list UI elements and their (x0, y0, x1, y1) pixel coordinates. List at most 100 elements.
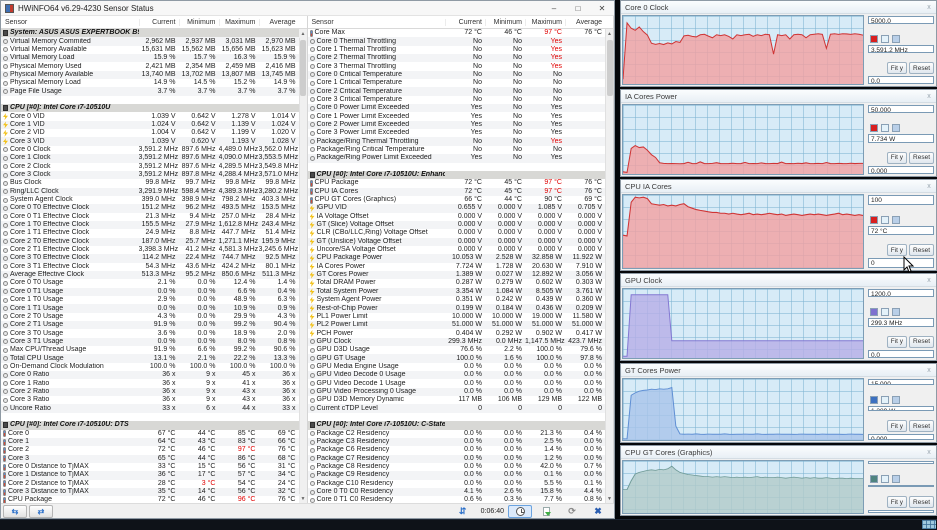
sensor-row[interactable]: System Agent Power 0.351 W 0.242 W 0.439 W 0… (308, 296, 606, 304)
graph-plot-area[interactable] (622, 15, 864, 85)
sensor-row[interactable]: Core 1 Clock 3,591.2 MHz 897.6 MHz 4,090.0 … (1, 154, 299, 163)
scroll-down-icon[interactable]: ▼ (299, 494, 307, 503)
sensor-row[interactable]: Package/Ring Power Limit Exceeded Yes No Ye… (307, 154, 605, 163)
sensor-row[interactable]: Core 1 Power Limit Exceeded Yes No Yes (308, 112, 606, 120)
graph-title-bar[interactable]: Core 0 Clock x (621, 1, 936, 14)
title-bar[interactable]: HWiNFO64 v6.29-4230 Sensor Status – □ ✕ (1, 1, 614, 16)
graph-max-value[interactable]: 100 (868, 461, 934, 464)
sensor-row[interactable]: Core 3 T1 Usage 0.0 % 0.0 % 8.0 % 0.8 % (1, 337, 299, 347)
reset-values-button[interactable]: ⟳ (560, 505, 584, 518)
sensor-row[interactable]: Core 3 65 °C 44 °C 86 °C 68 °C (1, 454, 299, 463)
sensor-row[interactable]: Core 0 Critical Temperature No No No (307, 70, 605, 80)
graph-close-icon[interactable]: x (922, 93, 936, 100)
sensor-row[interactable]: GPU Media Engine Usage 0.0 % 0.0 % 0.0 % 0.0… (308, 363, 606, 371)
sensor-row[interactable]: Core 0 Distance to TjMAX 33 °C 15 °C 56 °C 3… (1, 463, 299, 471)
graph-title-bar[interactable]: CPU GT Cores (Graphics) x (621, 446, 936, 459)
sensor-row[interactable]: CPU IA Cores 72 °C 45 °C 97 °C 76 °C (307, 187, 605, 196)
sensor-row[interactable]: Core 2 T1 Effective Clock 3,398.3 MHz 41.2… (1, 246, 299, 254)
sensor-row[interactable]: Core 3 Distance to TjMAX 35 °C 14 °C 56 °C 3… (1, 487, 299, 497)
sensor-row[interactable]: Average Effective Clock 513.3 MHz 95.2 MHz… (1, 270, 299, 280)
sensor-row[interactable]: Virtual Memory Commited 2,962 MB 2,937 MB 3… (1, 37, 299, 46)
reset-button[interactable]: Reset (909, 244, 934, 257)
sensor-row[interactable]: Core 2 VID 1.004 V 0.642 V 1.199 V 1.020 V (1, 129, 299, 137)
series-color-swatch[interactable] (870, 124, 878, 133)
graph-max-value[interactable]: 15.000 (868, 379, 934, 385)
sensor-row[interactable]: Core 1 Thermal Throttling No No Yes (308, 46, 606, 54)
sensor-row[interactable]: Core 0 T0 C0 Residency 4.1 % 2.6 % 15.8 % 4.… (307, 487, 605, 497)
series-color-swatch[interactable] (870, 215, 878, 224)
sensor-row[interactable]: Core 0 Thermal Throttling No No Yes (307, 37, 605, 46)
sensor-row[interactable]: Core 1 T1 Effective Clock 24.9 MHz 8.8 MHz… (1, 229, 299, 237)
grid-color-swatch[interactable] (892, 124, 900, 133)
series-color-swatch[interactable] (870, 35, 878, 43)
sensor-row[interactable]: GT (Slice) Voltage Offset 0.000 V 0.000 V 0… (307, 220, 605, 230)
sensor-row[interactable]: Core 1 Distance to TjMAX 36 °C 17 °C 57 °C 3… (1, 471, 299, 480)
graph-max-value[interactable]: 100 (868, 195, 934, 205)
reset-button[interactable]: Reset (909, 62, 934, 74)
sensor-row[interactable]: Core 0 VID 1.039 V 0.642 V 1.278 V 1.014 V (1, 112, 299, 121)
graph-current-value[interactable]: 3,591.2 MHz (868, 45, 934, 53)
sensor-row[interactable]: Core 2 T1 Usage 91.9 % 0.0 % 99.2 % 90.4 % (1, 321, 299, 330)
background-color-swatch[interactable] (881, 35, 889, 43)
sensor-row[interactable]: Package C2 Residency 0.0 % 0.0 % 21.3 % 0.4 … (308, 430, 606, 438)
graph-current-value[interactable]: 7.734 W (868, 134, 934, 143)
sensor-row[interactable]: Core 2 Ratio 36 x 9 x 43 x 36 x (1, 387, 299, 397)
graph-title-bar[interactable]: GT Cores Power x (621, 364, 936, 377)
sensor-row[interactable]: CPU Package 72 °C 45 °C 97 °C 76 °C (308, 179, 606, 187)
sensor-row[interactable]: Core 0 T1 Effective Clock 21.3 MHz 9.4 MHz… (1, 213, 299, 221)
sensor-row[interactable]: Core 3 T1 Effective Clock 54.3 MHz 43.6 MH… (1, 263, 299, 271)
sensor-row[interactable]: Core 0 T0 Effective Clock 151.2 MHz 96.2 M… (1, 204, 299, 213)
background-color-swatch[interactable] (881, 215, 889, 224)
sensor-row[interactable]: Core 2 Clock 3,591.2 MHz 897.6 MHz 4,289.5 … (1, 163, 299, 171)
graph-title-bar[interactable]: CPU IA Cores x (621, 180, 936, 193)
sensor-row[interactable]: Package C6 Residency 0.0 % 0.0 % 1.4 % 0.0 % (308, 446, 606, 454)
graph-plot-area[interactable] (622, 378, 864, 441)
sensor-row[interactable]: iGPU VID 0.655 V 0.000 V 1.085 V 0.705 V (307, 204, 605, 213)
background-color-swatch[interactable] (881, 395, 889, 404)
sensor-row[interactable]: CLR (CBo/LLC,Ring) Voltage Offset 0.000 V… (308, 229, 606, 237)
sensor-row[interactable]: Total System Power 3.354 W 1.084 W 8.505 W 3… (307, 287, 605, 296)
sensor-row[interactable]: Uncore/SA Voltage Offset 0.000 V 0.000 V 0.… (308, 246, 606, 254)
sensor-row[interactable]: Package/Ring Thermal Throttling No No Yes (307, 137, 605, 146)
sensor-row[interactable]: Bus Clock 99.8 MHz 99.7 MHz 99.8 MHz 99.8 MH… (1, 179, 299, 187)
graph-current-value[interactable]: 1.389 W (868, 405, 934, 412)
sensor-row[interactable]: Package/Ring Critical Temperature No No No (308, 146, 606, 154)
sensor-row[interactable]: GT Cores Power 1.389 W 0.027 W 12.892 W 3.05… (307, 270, 605, 280)
sensor-row[interactable]: Core 3 VID 1.039 V 0.620 V 1.193 V 1.028 V (1, 137, 299, 146)
sensor-row[interactable]: Rest-of-Chip Power 0.199 W 0.184 W 0.436 W 0… (307, 304, 605, 313)
sync-button[interactable]: ⇵ (451, 505, 475, 518)
graph-min-value[interactable]: 0 (868, 510, 934, 514)
sensor-row[interactable]: Core 2 Power Limit Exceeded Yes No Yes (307, 120, 605, 130)
section-row[interactable]: CPU [#0]: Intel Core i7-10510U (1, 104, 299, 113)
scroll-thumb[interactable] (300, 40, 306, 96)
sensor-row[interactable]: Core 3 Critical Temperature No No No (308, 96, 606, 104)
sensor-row[interactable]: Max CPU/Thread Usage 91.9 % 6.6 % 99.2 % 90.… (1, 346, 299, 354)
maximize-button[interactable]: □ (566, 1, 590, 15)
grid-color-swatch[interactable] (892, 308, 900, 317)
section-row[interactable]: CPU [#0]: Intel Core i7-10510U: Enhanced (307, 170, 605, 180)
sensor-row[interactable]: Page File Usage 3.7 % 3.7 % 3.7 % 3.7 % (1, 87, 299, 96)
graph-plot-area[interactable] (622, 194, 864, 269)
sensor-row[interactable]: CPU Package Power 10.053 W 2.528 W 32.858 W… (307, 254, 605, 263)
graph-max-value[interactable]: 5000.0 (868, 16, 934, 24)
sensor-row[interactable]: Core 2 Thermal Throttling No No Yes (307, 54, 605, 63)
collapse-columns-button[interactable]: ⇄ (29, 504, 53, 518)
scroll-up-icon[interactable]: ▲ (605, 29, 614, 38)
sensor-row[interactable]: Core Max 72 °C 46 °C 97 °C 76 °C (308, 29, 606, 37)
sensor-row[interactable]: GPU GT Usage 100.0 % 1.6 % 100.0 % 97.8 % (307, 354, 605, 363)
sensor-row[interactable]: Core 0 T1 Usage 0.0 % 0.0 % 6.6 % 0.4 % (1, 287, 299, 296)
graph-max-value[interactable]: 1200.0 (868, 289, 934, 298)
sensor-row[interactable]: Core 1 T0 Usage 2.9 % 0.0 % 48.9 % 6.3 % (1, 296, 299, 304)
sensor-row[interactable]: Core 2 72 °C 46 °C 97 °C 76 °C (1, 446, 299, 454)
sensor-row[interactable]: Core 0 Clock 3,591.2 MHz 897.6 MHz 4,489.0 … (1, 146, 299, 154)
sensor-row[interactable]: Virtual Memory Available 15,631 MB 15,562 … (1, 46, 299, 54)
graph-close-icon[interactable]: x (922, 367, 936, 374)
sensor-row[interactable]: Core 0 T0 Usage 2.1 % 0.0 % 12.4 % 1.4 % (1, 279, 299, 287)
grid-color-swatch[interactable] (892, 395, 900, 404)
sensor-row[interactable]: Core 3 Ratio 36 x 9 x 43 x 36 x (1, 396, 299, 404)
sensor-row[interactable]: GPU Clock 299.3 MHz 0.0 MHz 1,147.5 MHz 423.… (307, 337, 605, 347)
reset-button[interactable]: Reset (909, 496, 934, 509)
sensor-row[interactable]: Package C7 Residency 0.0 % 0.0 % 1.2 % 0.0 % (307, 454, 605, 463)
sensor-row[interactable]: GPU Video Decode 1 Usage 0.0 % 0.0 % 0.0 % 0… (308, 379, 606, 387)
section-row[interactable]: CPU [#0]: Intel Core i7-10510U: C-State … (307, 421, 605, 430)
